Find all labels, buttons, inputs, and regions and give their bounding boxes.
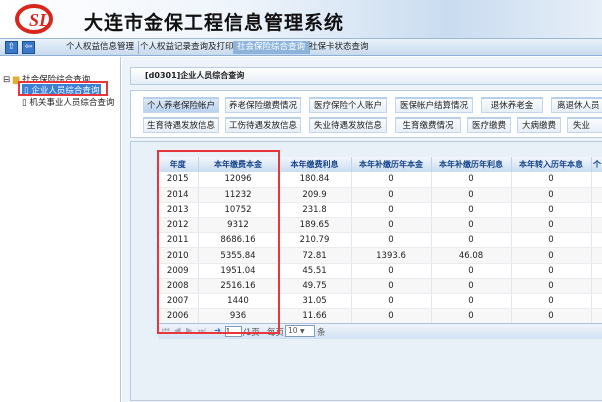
back-icon[interactable]: ⇦	[22, 41, 35, 54]
table-cell: 49.75	[278, 278, 352, 295]
tab-unemployment-benefit[interactable]: 失业待遇发放信息	[309, 117, 387, 133]
table-cell: 11.66	[278, 308, 352, 325]
table-cell: 0	[431, 172, 512, 188]
table-cell: 0	[511, 247, 592, 264]
table-cell: 0	[351, 187, 432, 203]
table-cell: 0	[351, 202, 432, 219]
table-cell	[591, 263, 602, 279]
table-cell: 72.81	[278, 247, 352, 264]
table-cell: 209.9	[278, 187, 352, 203]
column-header[interactable]: 本年缴费利息	[278, 157, 352, 172]
tab-pension-account[interactable]: 个人养老保险帐户	[143, 97, 219, 113]
panel-title: [d0301]企业人员综合查询	[130, 67, 602, 85]
table-cell: 0	[511, 308, 592, 325]
table-cell: 1393.6	[351, 247, 432, 264]
chevron-down-icon: ▼	[299, 328, 305, 335]
tab-medical-payment[interactable]: 医疗缴费	[467, 117, 511, 133]
nav-item-records-print[interactable]: 个人权益记录查询及打印	[136, 41, 239, 54]
nav-item-insurance-query[interactable]: 社会保险综合查询	[233, 41, 311, 54]
table-cell	[591, 202, 602, 219]
app-header: SL 大连市金保工程信息管理系统	[0, 0, 602, 38]
tab-maternity-payment[interactable]: 生育缴费情况	[395, 117, 461, 133]
tab-injury-benefit[interactable]: 工伤待遇发放信息	[225, 117, 301, 133]
table-cell: 231.8	[278, 202, 352, 219]
table-cell: 180.84	[278, 172, 352, 188]
table-cell	[591, 308, 602, 325]
table-cell: 0	[431, 308, 512, 325]
nav-item-card-status[interactable]: 社保卡状态查询	[305, 41, 373, 54]
top-nav: ⇧ ⇦ 个人权益信息管理 个人权益记录查询及打印 社会保险综合查询 社保卡状态查…	[0, 38, 602, 56]
table-cell: 210.79	[278, 232, 352, 249]
app-title: 大连市金保工程信息管理系统	[84, 12, 345, 34]
tab-medical-account[interactable]: 医疗保险个人账户	[309, 97, 387, 113]
table-cell: 0	[431, 232, 512, 249]
table-cell	[591, 293, 602, 310]
table-cell: 0	[511, 217, 592, 234]
table-cell	[591, 187, 602, 203]
table-cell: 0	[511, 293, 592, 310]
tab-maternity-benefit[interactable]: 生育待遇发放信息	[143, 117, 219, 133]
table-cell: 0	[431, 293, 512, 310]
column-header[interactable]: 本年转入历年本息	[511, 157, 592, 172]
tree-item-label: 机关事业人员综合查询	[29, 98, 115, 108]
table-cell	[591, 278, 602, 295]
per-page-value: 10	[288, 326, 298, 335]
table-cell	[591, 232, 602, 249]
table-cell: 0	[431, 202, 512, 219]
tree-item-institution[interactable]: ▯ 机关事业人员综合查询	[22, 96, 114, 108]
table-cell	[591, 172, 602, 188]
table-cell: 0	[351, 172, 432, 188]
table-cell: 45.51	[278, 263, 352, 279]
table-cell: 0	[511, 172, 592, 188]
table-cell: 0	[511, 187, 592, 203]
table-cell: 0	[511, 202, 592, 219]
table-cell: 0	[431, 217, 512, 234]
per-page-select[interactable]: 10 ▼	[285, 325, 315, 337]
tab-unemployment[interactable]: 失业	[567, 117, 602, 133]
nav-item-personal-rights[interactable]: 个人权益信息管理	[62, 41, 140, 54]
table-cell: 46.08	[431, 247, 512, 264]
table-cell: 0	[511, 278, 592, 295]
table-cell	[591, 247, 602, 264]
tab-illness-payment[interactable]: 大病缴费	[517, 117, 561, 133]
tab-pension-payment[interactable]: 养老保险缴费情况	[225, 97, 301, 113]
tab-retirees[interactable]: 离退休人员	[551, 97, 602, 113]
column-header[interactable]: 本年补缴历年本金	[351, 157, 432, 172]
table-cell: 0	[511, 232, 592, 249]
table-cell: 0	[351, 217, 432, 234]
per-page-unit: 条	[317, 328, 326, 338]
table-cell: 0	[351, 263, 432, 279]
table-cell	[591, 217, 602, 234]
table-cell: 0	[431, 278, 512, 295]
tab-bar: 个人养老保险帐户 养老保险缴费情况 医疗保险个人账户 医保帐户结算情况 退休养老…	[130, 90, 602, 138]
column-header[interactable]: 本年补缴历年利息	[431, 157, 512, 172]
table-cell: 189.65	[278, 217, 352, 234]
table-cell: 0	[431, 263, 512, 279]
svg-text:SL: SL	[29, 10, 50, 30]
tab-medical-settlement[interactable]: 医保帐户结算情况	[395, 97, 473, 113]
table-cell: 0	[351, 278, 432, 295]
home-icon[interactable]: ⇧	[5, 41, 18, 54]
table-cell: 0	[351, 308, 432, 325]
table-cell: 0	[431, 187, 512, 203]
highlight-box	[157, 150, 280, 334]
table-cell: 0	[351, 232, 432, 249]
logo: SL	[15, 4, 53, 34]
sidebar: ⊟ ▆ 社会保险综合查询 ▯ 企业人员综合查询 ▯ 机关事业人员综合查询	[0, 57, 121, 402]
column-header[interactable]: 个	[591, 157, 602, 172]
table-cell: 31.05	[278, 293, 352, 310]
table-cell: 0	[511, 263, 592, 279]
highlight-box	[18, 81, 108, 96]
table-cell: 0	[351, 293, 432, 310]
tab-retirement-pension[interactable]: 退休养老金	[481, 97, 543, 113]
